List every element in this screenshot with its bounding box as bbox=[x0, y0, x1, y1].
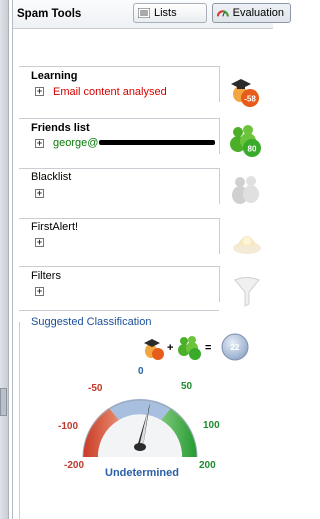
tab-evaluation-label: Evaluation bbox=[232, 7, 284, 19]
section-title-learning: Learning bbox=[31, 70, 78, 82]
gauge-label-minus-100: -100 bbox=[58, 421, 79, 432]
alert-lamp-icon bbox=[233, 236, 261, 254]
section-divider bbox=[19, 168, 219, 169]
people-icon: 80 bbox=[230, 125, 261, 157]
splitter-handle[interactable] bbox=[0, 388, 7, 416]
graduate-icon: -58 bbox=[231, 79, 259, 107]
section-title-firstalert: FirstAlert! bbox=[31, 221, 79, 233]
section-divider bbox=[19, 118, 219, 119]
redacted-email-bar bbox=[99, 140, 215, 145]
section-divider bbox=[219, 168, 220, 204]
spam-tools-panel: Spam Tools Lists Evaluation Learning + E… bbox=[13, 0, 291, 519]
gauge-label-200: 200 bbox=[199, 460, 216, 471]
section-divider bbox=[19, 266, 219, 267]
gauge-label-minus-200: -200 bbox=[64, 460, 85, 471]
expand-friends-list-button[interactable]: + bbox=[35, 139, 44, 148]
gauge-label-minus-50: -50 bbox=[88, 383, 103, 394]
tab-lists-label: Lists bbox=[154, 7, 177, 19]
tab-lists[interactable]: Lists bbox=[133, 3, 207, 23]
learning-value: Email content analysed bbox=[53, 86, 167, 98]
result-value: 22 bbox=[231, 343, 240, 352]
gauge-label-100: 100 bbox=[203, 420, 220, 431]
gauge-label-50: 50 bbox=[181, 381, 193, 392]
learning-score-badge: -58 bbox=[244, 95, 256, 104]
section-title-filters: Filters bbox=[31, 270, 61, 282]
friends-score-badge: 80 bbox=[248, 145, 257, 154]
classification-status: Undetermined bbox=[105, 467, 179, 479]
section-title-friends-list: Friends list bbox=[31, 122, 90, 134]
people-gray-icon bbox=[232, 176, 259, 204]
section-divider bbox=[19, 66, 219, 67]
expand-filters-button[interactable]: + bbox=[35, 287, 44, 296]
section-divider bbox=[19, 218, 219, 219]
section-divider bbox=[219, 218, 220, 254]
section-divider bbox=[219, 66, 220, 102]
list-icon bbox=[138, 8, 150, 18]
section-title-blacklist: Blacklist bbox=[31, 171, 72, 183]
expand-blacklist-button[interactable]: + bbox=[35, 189, 44, 198]
plus-sign: + bbox=[167, 342, 174, 354]
gauge-icon bbox=[217, 10, 229, 17]
section-divider bbox=[219, 266, 220, 302]
section-title-suggested-classification: Suggested Classification bbox=[31, 316, 152, 328]
panel-header: Spam Tools Lists Evaluation bbox=[13, 0, 291, 29]
funnel-icon bbox=[234, 277, 260, 307]
expand-firstalert-button[interactable]: + bbox=[35, 238, 44, 247]
section-divider bbox=[19, 310, 219, 311]
section-divider bbox=[219, 118, 220, 154]
people-icon bbox=[178, 336, 201, 360]
panel-title: Spam Tools bbox=[17, 8, 82, 20]
gauge-label-0: 0 bbox=[138, 366, 144, 377]
friends-list-value: george@ bbox=[53, 137, 99, 149]
outer-frame-strip bbox=[0, 0, 9, 519]
section-divider bbox=[19, 322, 20, 519]
graduate-icon bbox=[144, 339, 164, 360]
equals-sign: = bbox=[205, 342, 212, 354]
result-badge: 22 bbox=[221, 333, 249, 361]
tab-evaluation[interactable]: Evaluation bbox=[212, 3, 291, 23]
expand-learning-button[interactable]: + bbox=[35, 87, 44, 96]
